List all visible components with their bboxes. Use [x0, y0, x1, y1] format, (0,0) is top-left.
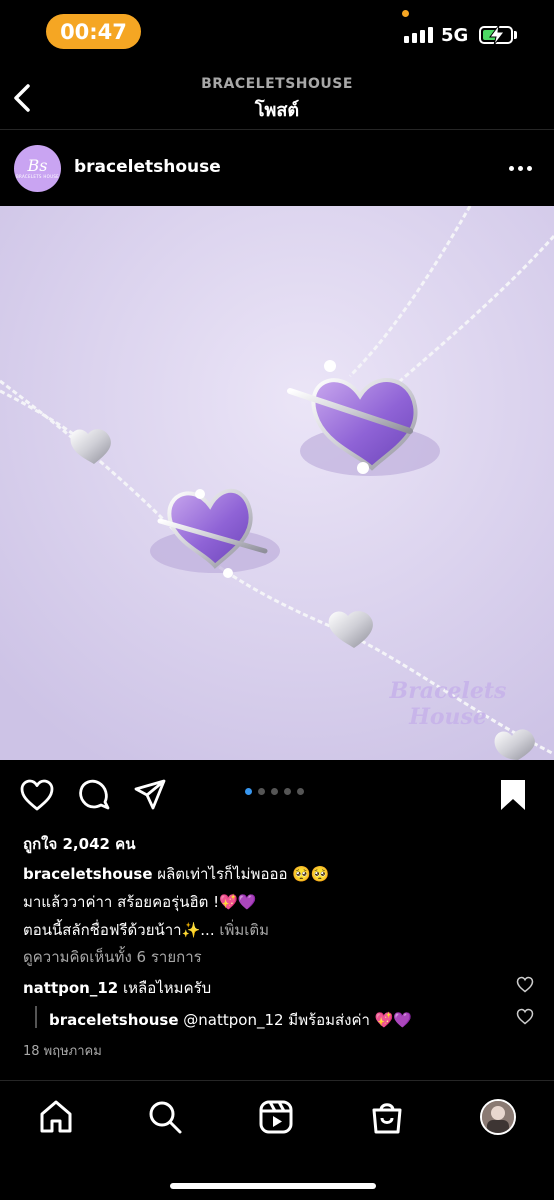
- profile-avatar[interactable]: [480, 1099, 516, 1135]
- caption-username[interactable]: braceletshouse: [23, 865, 153, 883]
- avatar-logo: Bs: [27, 156, 48, 175]
- comment-text: เหลือไหมครับ: [123, 979, 212, 997]
- view-comments-link[interactable]: ดูความคิดเห็นทั้ง 6 รายการ: [23, 945, 202, 969]
- reply-like-icon[interactable]: [516, 1008, 534, 1025]
- caption-line1: ผลิตเท่าไรก็ไม่พอออ 🥺🥺: [157, 865, 330, 883]
- reply-divider: [35, 1006, 37, 1028]
- shop-icon[interactable]: [369, 1099, 405, 1135]
- paper-plane-icon[interactable]: [133, 778, 167, 812]
- more-link[interactable]: เพิ่มเติม: [219, 921, 269, 939]
- post-date: 18 พฤษภาคม: [23, 1044, 102, 1059]
- caption-line2: มาแล้ววาค่าา สร้อยคอรุ่นฮิต !💖💜: [23, 893, 257, 911]
- home-indicator: [170, 1183, 376, 1189]
- comment-username[interactable]: nattpon_12: [23, 979, 118, 997]
- likes-count[interactable]: ถูกใจ 2,042 คน: [23, 832, 135, 856]
- watermark-line1: Bracelets: [389, 678, 507, 704]
- reels-icon[interactable]: [258, 1099, 294, 1135]
- jewelry-photo: Bracelets House: [0, 206, 554, 760]
- post-header: Bs BRACELETS HOUSE braceletshouse: [0, 141, 554, 197]
- post-actions: [0, 774, 554, 816]
- reply-text: @nattpon_12 มีพร้อมส่งค่า 💖💜: [183, 1011, 413, 1029]
- search-icon[interactable]: [147, 1099, 183, 1135]
- charging-bolt-icon: [489, 24, 506, 46]
- avatar-text: BRACELETS HOUSE: [15, 174, 59, 179]
- page-title: โพสต์: [254, 100, 300, 121]
- network-type: 5G: [441, 25, 469, 46]
- bookmark-icon[interactable]: [497, 778, 529, 812]
- recording-dot: [402, 10, 409, 17]
- watermark-line2: House: [408, 704, 487, 730]
- status-time: 00:47: [46, 14, 141, 49]
- avatar[interactable]: Bs BRACELETS HOUSE: [14, 145, 61, 192]
- bottom-nav: [0, 1080, 554, 1200]
- caption: braceletshouse ผลิตเท่าไรก็ไม่พอออ 🥺🥺 มา…: [23, 860, 543, 944]
- carousel-indicator: [245, 788, 304, 795]
- comment-item: nattpon_12 เหลือไหมครับ: [23, 976, 211, 1000]
- battery-cap: [514, 31, 517, 39]
- heart-icon[interactable]: [19, 778, 55, 812]
- top-bar: BRACELETSHOUSE โพสต์: [0, 66, 554, 130]
- post-image[interactable]: Bracelets House: [0, 206, 554, 760]
- more-options-button[interactable]: [509, 166, 532, 171]
- signal-icon: [404, 27, 433, 43]
- reply-item: braceletshouse @nattpon_12 มีพร้อมส่งค่า…: [49, 1008, 412, 1032]
- reply-username[interactable]: braceletshouse: [49, 1011, 179, 1029]
- header-account-name: BRACELETSHOUSE: [201, 76, 353, 92]
- home-icon[interactable]: [38, 1099, 74, 1135]
- instagram-post-page: 00:47 5G BRACELETSHOUSE โพสต์ Bs BRACELE…: [0, 0, 554, 1200]
- status-bar: 00:47 5G: [0, 0, 554, 66]
- comment-icon[interactable]: [77, 778, 111, 812]
- comment-like-icon[interactable]: [516, 976, 534, 993]
- post-username[interactable]: braceletshouse: [74, 157, 221, 177]
- caption-line3: ตอนนี้สลักชื่อฟรีด้วยน้าา✨...: [23, 921, 215, 939]
